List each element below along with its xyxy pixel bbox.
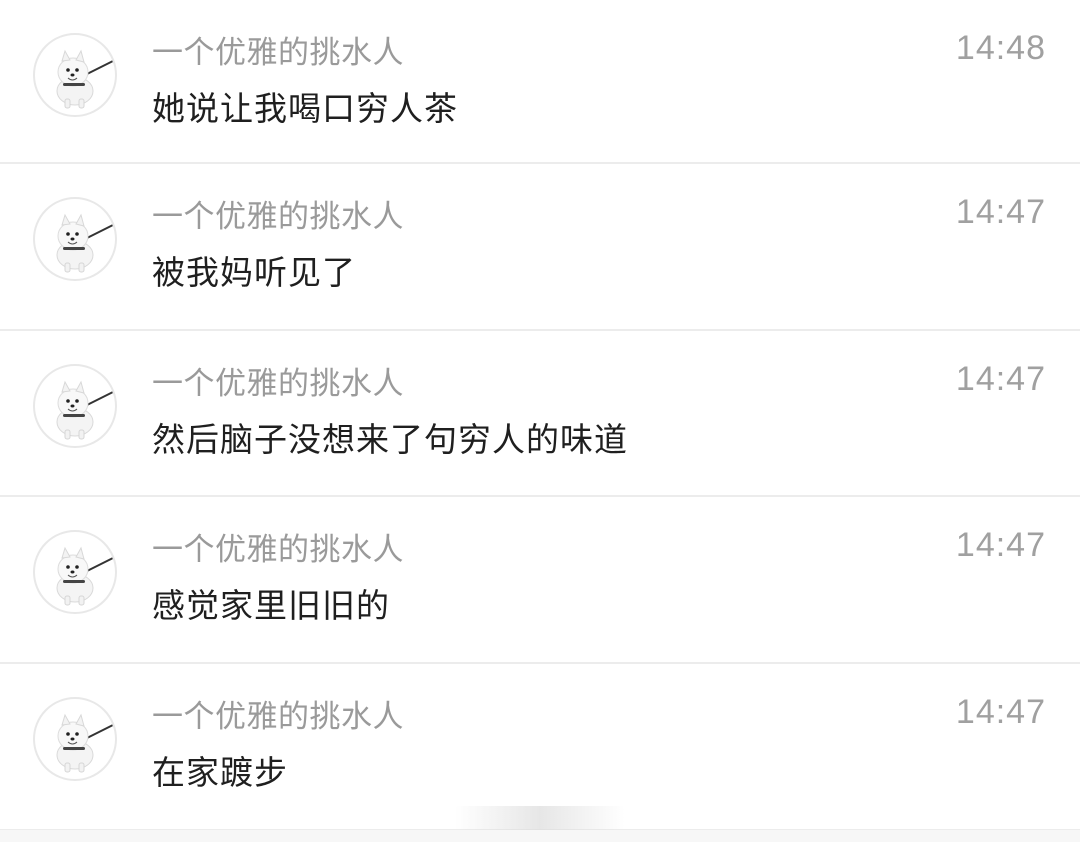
message-text: 她说让我喝口穷人茶 (152, 89, 458, 128)
samoyed-dog-avatar-icon[interactable] (33, 697, 117, 781)
sender-name: 一个优雅的挑水人 (152, 199, 404, 235)
message-item[interactable]: 一个优雅的挑水人 14:47 被我妈听见了 (0, 164, 1080, 331)
sender-name: 一个优雅的挑水人 (152, 532, 404, 568)
message-text: 在家踱步 (152, 753, 288, 792)
message-time: 14:47 (955, 193, 1046, 231)
message-text: 然后脑子没想来了句穷人的味道 (152, 420, 628, 459)
message-time: 14:47 (955, 526, 1046, 564)
message-text: 感觉家里旧旧的 (152, 586, 390, 625)
message-time: 14:47 (955, 693, 1046, 731)
message-text: 被我妈听见了 (152, 253, 356, 292)
sender-name: 一个优雅的挑水人 (152, 366, 404, 402)
message-item[interactable]: 一个优雅的挑水人 14:47 然后脑子没想来了句穷人的味道 (0, 331, 1080, 497)
message-time: 14:47 (955, 360, 1046, 398)
sender-name: 一个优雅的挑水人 (152, 699, 404, 735)
samoyed-dog-avatar-icon[interactable] (33, 530, 117, 614)
samoyed-dog-avatar-icon[interactable] (33, 364, 117, 448)
message-time: 14:48 (955, 29, 1046, 67)
message-item[interactable]: 一个优雅的挑水人 14:47 感觉家里旧旧的 (0, 497, 1080, 664)
scroll-hint-bar (455, 806, 625, 832)
message-list: 一个优雅的挑水人 14:48 她说让我喝口穷人茶 一个优雅的挑水人 14:47 … (0, 0, 1080, 831)
samoyed-dog-avatar-icon[interactable] (33, 33, 117, 117)
message-item[interactable]: 一个优雅的挑水人 14:48 她说让我喝口穷人茶 (0, 0, 1080, 164)
samoyed-dog-avatar-icon[interactable] (33, 197, 117, 281)
sender-name: 一个优雅的挑水人 (152, 35, 404, 71)
bottom-edge (0, 830, 1080, 842)
